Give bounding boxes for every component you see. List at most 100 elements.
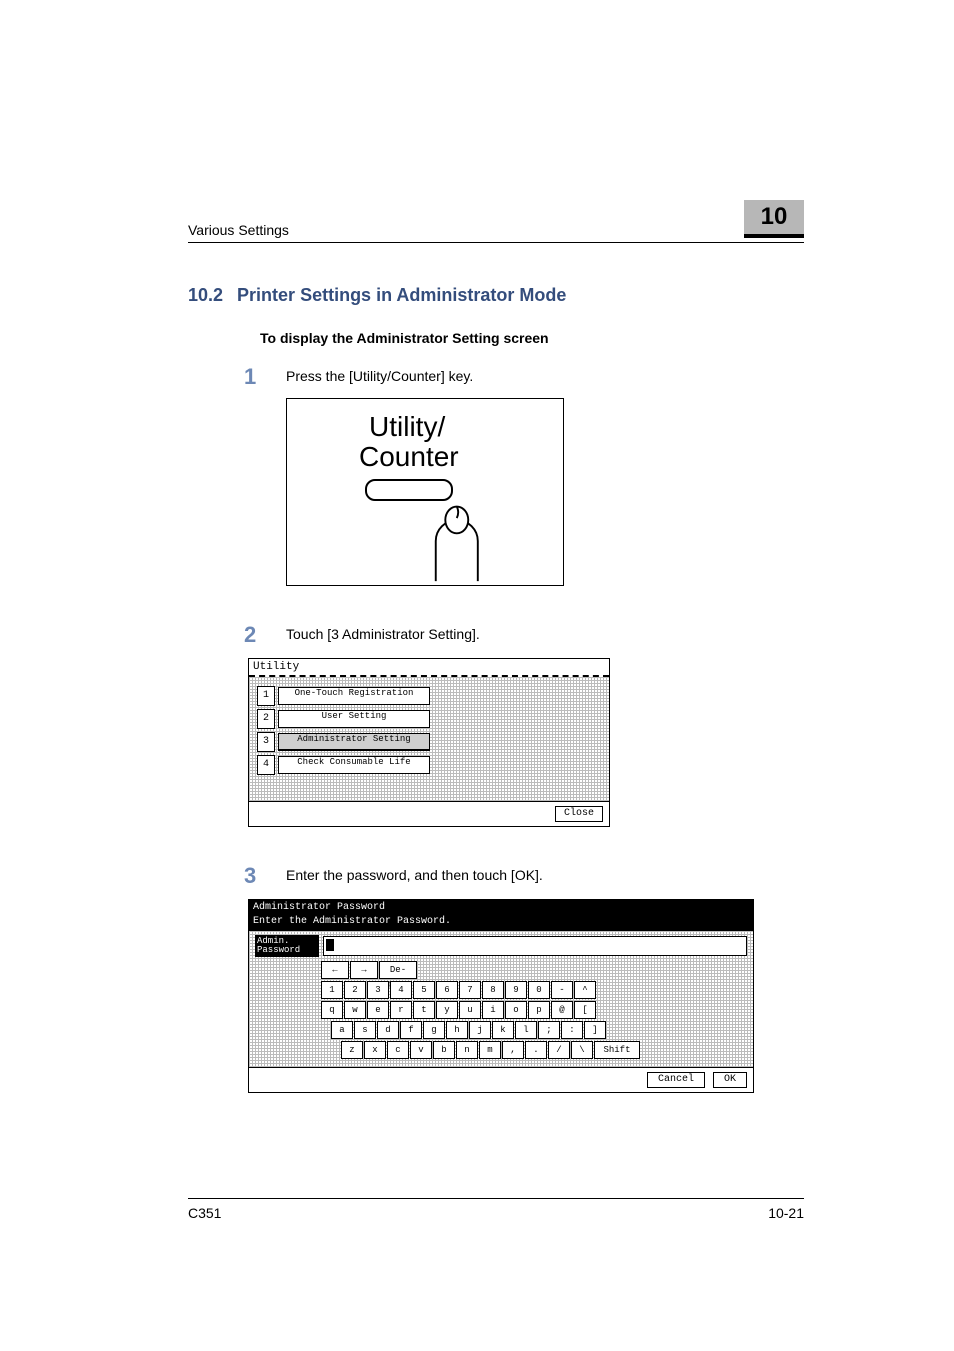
keyboard-key[interactable]: a bbox=[331, 1021, 353, 1039]
menu-item-number: 3 bbox=[257, 732, 275, 752]
admin-password-title: Administrator Password bbox=[249, 900, 753, 916]
keyboard-key[interactable]: 5 bbox=[413, 981, 435, 999]
keyboard-key[interactable]: k bbox=[492, 1021, 514, 1039]
keyboard-key[interactable]: 0 bbox=[528, 981, 550, 999]
running-head-line: Various Settings 10 bbox=[188, 200, 804, 243]
step-number: 3 bbox=[244, 863, 262, 889]
utility-menu-item[interactable]: 2 User Setting bbox=[257, 709, 601, 729]
utility-menu-title: Utility bbox=[249, 659, 609, 677]
keyboard-key[interactable]: w bbox=[344, 1001, 366, 1019]
utility-menu-item[interactable]: 3 Administrator Setting bbox=[257, 732, 601, 752]
keyboard-key[interactable]: [ bbox=[574, 1001, 596, 1019]
admin-password-screenshot: Administrator Password Enter the Adminis… bbox=[248, 899, 754, 1093]
step-1: 1 Press the [Utility/Counter] key. bbox=[244, 364, 804, 390]
keyboard-key[interactable]: x bbox=[364, 1041, 386, 1059]
close-button[interactable]: Close bbox=[555, 806, 603, 822]
keyboard-key[interactable]: . bbox=[525, 1041, 547, 1059]
menu-item-label: One-Touch Registration bbox=[278, 687, 430, 705]
utility-counter-illustration: Utility/ Counter bbox=[286, 398, 564, 586]
section-number: 10.2 bbox=[188, 285, 223, 306]
menu-item-number: 4 bbox=[257, 755, 275, 775]
keyboard-row-numbers: 1 2 3 4 5 6 7 8 9 0 - ^ bbox=[321, 981, 747, 999]
keyboard-key[interactable]: d bbox=[377, 1021, 399, 1039]
keyboard-key[interactable]: 6 bbox=[436, 981, 458, 999]
keyboard-key[interactable]: 7 bbox=[459, 981, 481, 999]
keyboard-key[interactable]: y bbox=[436, 1001, 458, 1019]
keyboard-key[interactable]: h bbox=[446, 1021, 468, 1039]
keyboard-key[interactable]: q bbox=[321, 1001, 343, 1019]
keyboard-key[interactable]: z bbox=[341, 1041, 363, 1059]
hand-icon bbox=[407, 497, 497, 583]
admin-password-input[interactable] bbox=[323, 936, 747, 956]
keyboard-key[interactable]: u bbox=[459, 1001, 481, 1019]
shift-key[interactable]: Shift bbox=[594, 1041, 640, 1059]
keyboard-key[interactable]: f bbox=[400, 1021, 422, 1039]
keyboard-key[interactable]: o bbox=[505, 1001, 527, 1019]
delete-key[interactable]: De- lete bbox=[379, 961, 417, 979]
keyboard-key[interactable]: j bbox=[469, 1021, 491, 1039]
page-footer: C351 10-21 bbox=[188, 1198, 804, 1221]
step-number: 1 bbox=[244, 364, 262, 390]
arrow-left-key[interactable]: ← bbox=[321, 961, 349, 979]
keyboard-key[interactable]: g bbox=[423, 1021, 445, 1039]
utility-menu-item[interactable]: 1 One-Touch Registration bbox=[257, 686, 601, 706]
arrow-right-key[interactable]: → bbox=[350, 961, 378, 979]
step-number: 2 bbox=[244, 622, 262, 648]
keyboard-key[interactable]: / bbox=[548, 1041, 570, 1059]
ok-button[interactable]: OK bbox=[713, 1072, 747, 1088]
keyboard-key[interactable]: r bbox=[390, 1001, 412, 1019]
chapter-number-box: 10 bbox=[744, 200, 804, 238]
step-text: Touch [3 Administrator Setting]. bbox=[286, 622, 480, 642]
text-cursor-icon bbox=[326, 939, 334, 951]
keyboard-key[interactable]: m bbox=[479, 1041, 501, 1059]
keyboard-key[interactable]: , bbox=[502, 1041, 524, 1059]
utility-menu-item[interactable]: 4 Check Consumable Life bbox=[257, 755, 601, 775]
keyboard-key[interactable]: b bbox=[433, 1041, 455, 1059]
utility-menu-screenshot: Utility 1 One-Touch Registration 2 User … bbox=[248, 658, 610, 827]
menu-item-number: 2 bbox=[257, 709, 275, 729]
section-heading: 10.2 Printer Settings in Administrator M… bbox=[188, 285, 804, 306]
keyboard-key[interactable]: \ bbox=[571, 1041, 593, 1059]
keyboard-key[interactable]: v bbox=[410, 1041, 432, 1059]
keyboard-key[interactable]: s bbox=[354, 1021, 376, 1039]
keyboard-row-z: z x c v b n m , . / \ Shift bbox=[341, 1041, 747, 1059]
utility-counter-label-line2: Counter bbox=[359, 441, 459, 473]
keyboard-key[interactable]: 9 bbox=[505, 981, 527, 999]
keyboard-key[interactable]: ; bbox=[538, 1021, 560, 1039]
keyboard-key[interactable]: l bbox=[515, 1021, 537, 1039]
keyboard-key[interactable]: 2 bbox=[344, 981, 366, 999]
cancel-button[interactable]: Cancel bbox=[647, 1072, 705, 1088]
keyboard-row-a: a s d f g h j k l ; : ] bbox=[331, 1021, 747, 1039]
keyboard-key[interactable]: - bbox=[551, 981, 573, 999]
menu-item-label: Check Consumable Life bbox=[278, 756, 430, 774]
menu-item-label: Administrator Setting bbox=[278, 733, 430, 751]
keyboard-key[interactable]: e bbox=[367, 1001, 389, 1019]
admin-password-subtitle: Enter the Administrator Password. bbox=[249, 916, 753, 931]
keyboard-key[interactable]: c bbox=[387, 1041, 409, 1059]
keyboard-key[interactable]: : bbox=[561, 1021, 583, 1039]
keyboard-key[interactable]: @ bbox=[551, 1001, 573, 1019]
keyboard-key[interactable]: 1 bbox=[321, 981, 343, 999]
menu-item-label: User Setting bbox=[278, 710, 430, 728]
section-title: Printer Settings in Administrator Mode bbox=[237, 285, 566, 306]
keyboard-key[interactable]: p bbox=[528, 1001, 550, 1019]
admin-password-field-label: Admin. Password bbox=[255, 935, 319, 957]
keyboard-key[interactable]: t bbox=[413, 1001, 435, 1019]
keyboard-row-q: q w e r t y u i o p @ [ bbox=[321, 1001, 747, 1019]
running-head-text: Various Settings bbox=[188, 222, 289, 238]
keyboard-key[interactable]: n bbox=[456, 1041, 478, 1059]
step-text: Enter the password, and then touch [OK]. bbox=[286, 863, 543, 883]
step-text: Press the [Utility/Counter] key. bbox=[286, 364, 473, 384]
step-2: 2 Touch [3 Administrator Setting]. bbox=[244, 622, 804, 648]
keyboard-key[interactable]: ^ bbox=[574, 981, 596, 999]
keyboard-key[interactable]: 8 bbox=[482, 981, 504, 999]
keyboard-key[interactable]: 4 bbox=[390, 981, 412, 999]
footer-pagefolio: 10-21 bbox=[768, 1205, 804, 1221]
footer-model: C351 bbox=[188, 1205, 221, 1221]
step-3: 3 Enter the password, and then touch [OK… bbox=[244, 863, 804, 889]
keyboard-key[interactable]: i bbox=[482, 1001, 504, 1019]
keyboard-key[interactable]: 3 bbox=[367, 981, 389, 999]
utility-counter-label-line1: Utility/ bbox=[369, 411, 445, 443]
subheading: To display the Administrator Setting scr… bbox=[260, 330, 804, 346]
keyboard-key[interactable]: ] bbox=[584, 1021, 606, 1039]
